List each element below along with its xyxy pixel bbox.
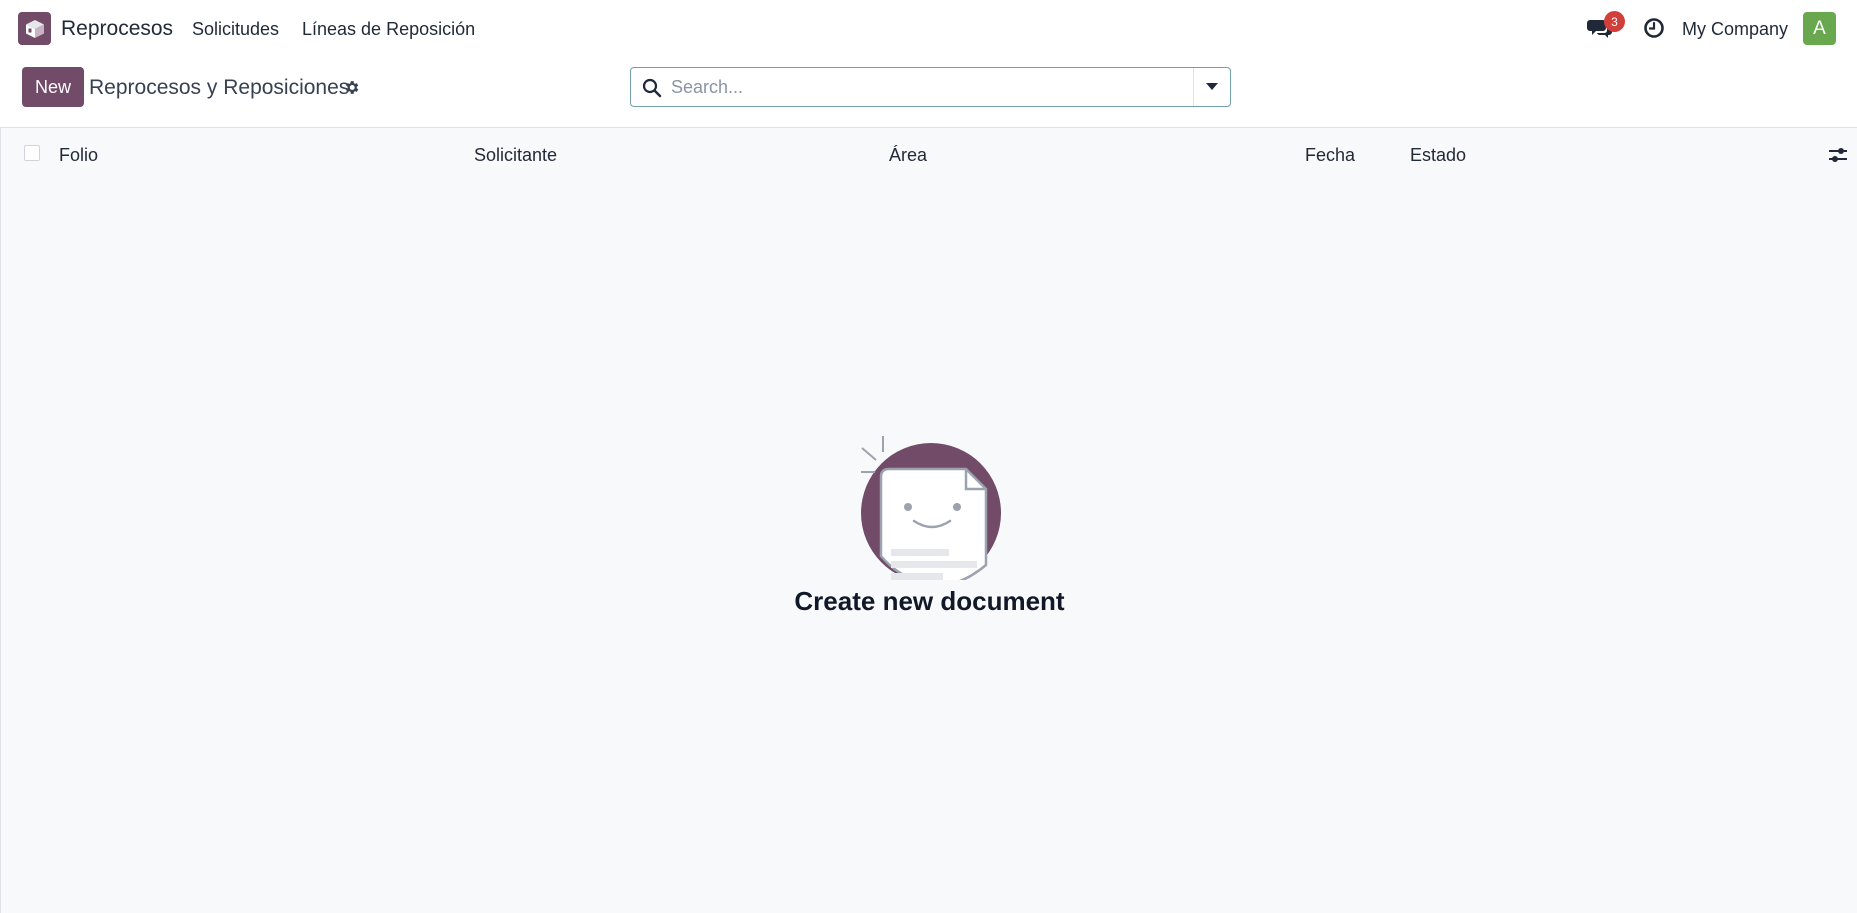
company-switcher[interactable]: My Company [1682, 19, 1788, 40]
new-button[interactable]: New [22, 67, 84, 107]
column-estado[interactable]: Estado [1410, 145, 1466, 166]
app-logo-icon[interactable] [18, 12, 51, 45]
column-folio[interactable]: Folio [59, 145, 98, 166]
empty-state-illustration [796, 400, 1066, 586]
page-title: Reprocesos y Reposiciones [89, 76, 350, 99]
search-options-toggle[interactable] [1193, 68, 1230, 106]
search-icon [642, 78, 662, 103]
list-header: Folio Solicitante Área Fecha Estado [1, 128, 1857, 180]
gear-icon[interactable] [343, 79, 360, 101]
clock-icon[interactable] [1643, 17, 1665, 44]
app-name[interactable]: Reprocesos [61, 17, 173, 41]
column-fecha[interactable]: Fecha [1305, 145, 1355, 166]
column-area[interactable]: Área [889, 145, 927, 166]
column-solicitante[interactable]: Solicitante [474, 145, 557, 166]
menu-item-solicitudes[interactable]: Solicitudes [192, 19, 279, 40]
user-avatar[interactable]: A [1803, 12, 1836, 45]
top-navbar: Reprocesos Solicitudes Líneas de Reposic… [0, 0, 1857, 58]
optional-columns-icon[interactable] [1828, 146, 1848, 169]
list-view: Folio Solicitante Área Fecha Estado Crea… [0, 128, 1857, 913]
select-all-checkbox[interactable] [24, 145, 40, 161]
menu-item-lineas-reposicion[interactable]: Líneas de Reposición [302, 19, 475, 40]
control-panel: New Reprocesos y Reposiciones [0, 58, 1857, 128]
search-input[interactable] [671, 74, 1191, 100]
empty-state-title: Create new document [794, 586, 1065, 616]
caret-down-icon [1206, 83, 1218, 90]
messages-badge: 3 [1604, 11, 1625, 32]
search-box [630, 67, 1231, 107]
